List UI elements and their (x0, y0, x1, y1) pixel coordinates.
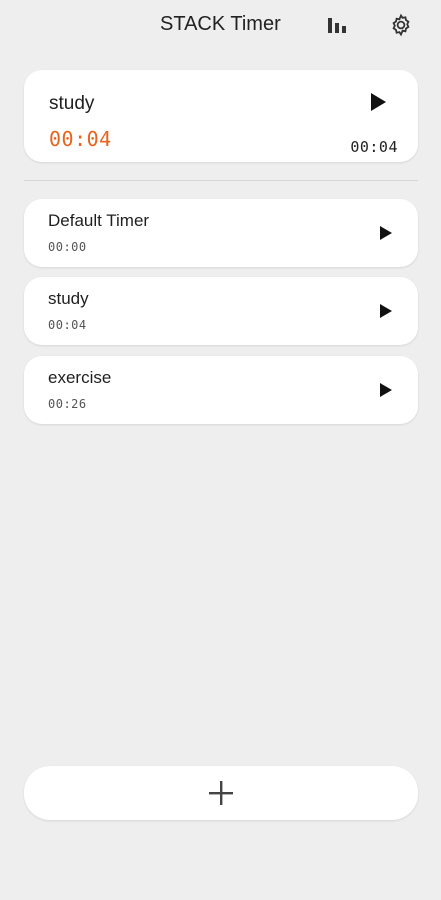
bar-chart-icon[interactable] (324, 12, 350, 38)
play-icon (380, 226, 392, 240)
app-title: STACK Timer (160, 13, 281, 35)
timer-list-item[interactable]: study 00:04 (24, 277, 418, 345)
timer-duration: 00:00 (48, 240, 87, 254)
active-timer-elapsed: 00:04 (49, 127, 112, 151)
active-timer-name: study (49, 93, 95, 114)
active-timer-card[interactable]: study 00:04 00:04 (24, 70, 418, 162)
play-button[interactable] (372, 219, 400, 247)
timer-name: study (48, 289, 89, 308)
gear-icon[interactable] (388, 12, 414, 38)
timer-name: Default Timer (48, 211, 150, 230)
play-icon (371, 93, 386, 111)
add-timer-button[interactable] (24, 766, 418, 820)
plus-icon (209, 781, 233, 805)
timer-list-item[interactable]: exercise 00:26 (24, 356, 418, 424)
play-button[interactable] (372, 297, 400, 325)
play-icon (380, 383, 392, 397)
timer-name: exercise (48, 368, 112, 387)
play-button[interactable] (372, 376, 400, 404)
divider (24, 180, 418, 181)
active-timer-total: 00:04 (350, 138, 398, 156)
timer-duration: 00:04 (48, 318, 87, 332)
play-icon (380, 304, 392, 318)
timer-list-item[interactable]: Default Timer 00:00 (24, 199, 418, 267)
app-header: STACK Timer (0, 0, 441, 52)
active-play-button[interactable] (364, 88, 392, 116)
timer-duration: 00:26 (48, 397, 87, 411)
